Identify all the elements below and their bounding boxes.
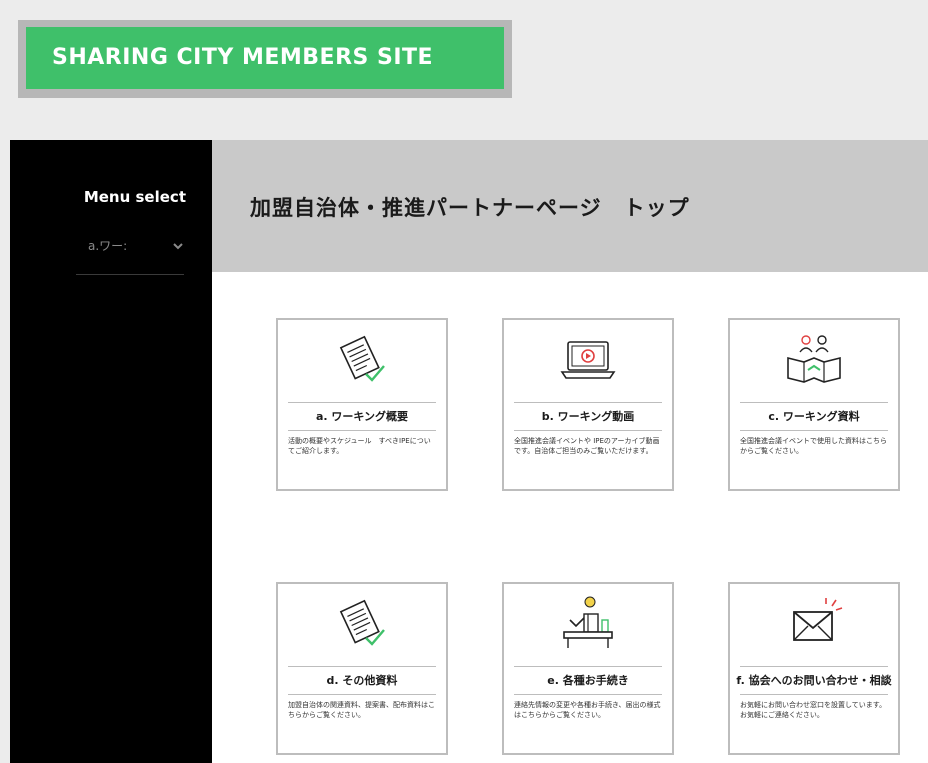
card-description: 全国推進会議イベントや IPEのアーカイブ動画です。自治体ご担当のみご覧いただけ… (514, 437, 660, 455)
card-rule (514, 694, 662, 695)
card-label: d. その他資料 (326, 674, 398, 687)
card-rule (288, 666, 436, 667)
main-content: a. ワーキング概要 活動の概要やスケジュール すべきIPEについてご紹介します… (212, 272, 928, 763)
card-label: f. 協会へのお問い合わせ・相談 (736, 674, 892, 687)
menu-select-title: Menu select (83, 188, 186, 206)
card-description: 全国推進会議イベントで使用した資料はこちらからご覧ください。 (740, 437, 887, 455)
people-map-icon (787, 335, 841, 383)
menu-select-dropdown[interactable]: a.ワー: (82, 234, 186, 258)
card-label: b. ワーキング動画 (541, 410, 635, 423)
card-working-materials[interactable]: c. ワーキング資料 全国推進会議イベントで使用した資料はこちらからご覧ください… (728, 318, 900, 491)
card-rule (740, 666, 888, 667)
card-rule (514, 430, 662, 431)
page-title: 加盟自治体・推進パートナーページ トップ (250, 196, 690, 220)
card-rule (288, 694, 436, 695)
card-procedures[interactable]: e. 各種お手続き 連絡先情報の変更や各種お手続き、届出の様式はこちらからご覧く… (502, 582, 674, 755)
card-description: 加盟自治体の関連資料、提案書、配布資料はこちらからご覧ください。 (288, 701, 435, 719)
card-rule (514, 666, 662, 667)
sidebar: Menu select a.ワー: (10, 140, 212, 763)
card-rule (514, 402, 662, 403)
menu-select-value: a.ワー: (88, 239, 128, 253)
envelope-icon (793, 598, 843, 641)
card-other-materials[interactable]: d. その他資料 加盟自治体の関連資料、提案書、配布資料はこちらからご覧ください… (276, 582, 448, 755)
menu-divider (76, 274, 184, 275)
title-bar: 加盟自治体・推進パートナーページ トップ (212, 140, 928, 272)
site-header: SHARING CITY MEMBERS SITE (0, 0, 928, 140)
card-description: お気軽にお問い合わせ窓口を設置しています。お気軽にご連絡ください。 (740, 701, 887, 719)
card-rule (288, 430, 436, 431)
card-rule (288, 402, 436, 403)
card-contact[interactable]: f. 協会へのお問い合わせ・相談 お気軽にお問い合わせ窓口を設置しています。お気… (728, 582, 900, 755)
chevron-down-icon (173, 243, 183, 250)
card-label: a. ワーキング概要 (315, 410, 409, 423)
card-description: 連絡先情報の変更や各種お手続き、届出の様式はこちらからご覧ください。 (514, 701, 661, 719)
laptop-video-icon (560, 341, 616, 379)
card-description: 活動の概要やスケジュール すべきIPEについてご紹介します。 (288, 437, 431, 455)
card-rule (740, 430, 888, 431)
card-working-overview[interactable]: a. ワーキング概要 活動の概要やスケジュール すべきIPEについてご紹介します… (276, 318, 448, 491)
card-working-video[interactable]: b. ワーキング動画 全国推進会議イベントや IPEのアーカイブ動画です。自治体… (502, 318, 674, 491)
document-icon (339, 335, 385, 382)
desk-person-icon (563, 596, 613, 648)
card-rule (740, 694, 888, 695)
card-label: c. ワーキング資料 (768, 410, 860, 423)
document-icon (339, 599, 385, 646)
card-rule (740, 402, 888, 403)
card-label: e. 各種お手続き (547, 674, 629, 687)
site-logo[interactable]: SHARING CITY MEMBERS SITE (26, 27, 504, 89)
